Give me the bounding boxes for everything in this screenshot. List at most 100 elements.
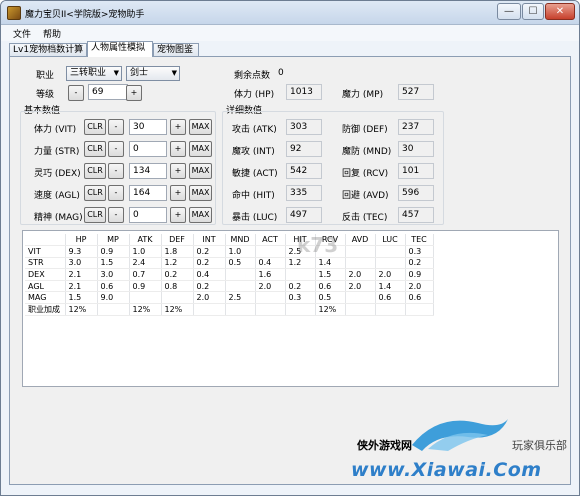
table-cell: DEX xyxy=(25,268,66,281)
detail-left-value: 542 xyxy=(286,163,322,179)
table-cell: 2.5 xyxy=(225,291,256,305)
close-button[interactable]: ✕ xyxy=(545,3,575,20)
table-cell xyxy=(345,291,376,305)
table-cell xyxy=(345,303,376,317)
base-agl-clr-button[interactable]: CLR xyxy=(84,185,106,201)
table-cell xyxy=(255,291,286,305)
level-label: 等级 xyxy=(36,90,55,100)
menu-help[interactable]: 帮助 xyxy=(43,27,61,40)
base-dex-clr-button[interactable]: CLR xyxy=(84,163,106,179)
watermark-mid: k73 xyxy=(297,233,339,257)
table-cell: 1.6 xyxy=(255,268,286,281)
table-cell: 1.2 xyxy=(161,257,194,270)
base-vit-clr-button[interactable]: CLR xyxy=(84,119,106,135)
table-cell: 1.2 xyxy=(285,257,316,270)
table-cell: 2.0 xyxy=(405,280,434,293)
base-dex-plus-button[interactable]: + xyxy=(170,163,186,179)
base-dex-minus-button[interactable]: - xyxy=(108,163,124,179)
table-row: VIT 9.3 0.9 1.0 1.8 0.2 1.0 2.5 0.3 xyxy=(25,245,434,258)
table-cell xyxy=(255,303,286,317)
base-mag-max-button[interactable]: MAX xyxy=(189,207,212,223)
detail-left-value: 92 xyxy=(286,141,322,157)
base-mag-input[interactable]: 0 xyxy=(129,207,167,223)
table-header-cell: MND xyxy=(225,234,256,247)
table-cell: 0.6 xyxy=(97,280,130,293)
base-agl-input[interactable]: 164 xyxy=(129,185,167,201)
base-agl-max-button[interactable]: MAX xyxy=(189,185,212,201)
detail-right-value: 101 xyxy=(398,163,434,179)
base-agl-minus-button[interactable]: - xyxy=(108,185,124,201)
table-cell xyxy=(345,257,376,270)
detail-left-label: 魔攻 (INT) xyxy=(232,147,275,157)
watermark-site-name: 侠外游戏网 xyxy=(357,439,412,452)
base-vit-plus-button[interactable]: + xyxy=(170,119,186,135)
detail-right-label: 回避 (AVD) xyxy=(342,191,389,201)
detail-right-value: 596 xyxy=(398,185,434,201)
remaining-points-value: 0 xyxy=(278,68,284,78)
title-bar[interactable]: 魔力宝贝II<学院版>宠物助手 — ☐ ✕ xyxy=(1,1,579,25)
table-cell: 1.5 xyxy=(97,257,130,270)
table-cell: 2.0 xyxy=(255,280,286,293)
table-cell: 12% xyxy=(161,303,194,317)
table-cell: 1.4 xyxy=(315,257,346,270)
base-dex-input[interactable]: 134 xyxy=(129,163,167,179)
detail-right-value: 457 xyxy=(398,207,434,223)
minimize-button[interactable]: — xyxy=(497,3,521,20)
detail-right-value: 30 xyxy=(398,141,434,157)
table-cell xyxy=(345,245,376,258)
app-window: 魔力宝贝II<学院版>宠物助手 — ☐ ✕ 文件 帮助 Lv1宠物档数计算 人物… xyxy=(0,0,580,496)
base-str-minus-button[interactable]: - xyxy=(108,141,124,157)
level-input[interactable]: 69 xyxy=(88,84,128,100)
job-class-select[interactable]: 剑士 ▼ xyxy=(126,66,180,81)
maximize-button[interactable]: ☐ xyxy=(522,3,544,20)
base-str-label: 力量 (STR) xyxy=(34,147,80,157)
base-str-plus-button[interactable]: + xyxy=(170,141,186,157)
table-header-cell: HP xyxy=(65,234,98,247)
table-header-cell: DEF xyxy=(161,234,194,247)
table-cell: 职业加成 xyxy=(25,303,66,317)
table-cell: 0.3 xyxy=(285,291,316,305)
app-icon xyxy=(7,6,21,20)
table-row: AGL 2.1 0.6 0.9 0.8 0.2 2.0 0.2 0.6 2.0 1.4 2.0 xyxy=(25,280,434,293)
detail-right-label: 魔防 (MND) xyxy=(342,147,392,157)
table-header-cell xyxy=(25,234,66,247)
table-cell: 9.0 xyxy=(97,291,130,305)
detail-right-label: 反击 (TEC) xyxy=(342,213,388,223)
table-cell: 1.4 xyxy=(375,280,406,293)
tab-pet-guide[interactable]: 宠物图鉴 xyxy=(153,43,199,57)
table-row: MAG 1.5 9.0 2.0 2.5 0.3 0.5 0.6 0.6 xyxy=(25,291,434,305)
table-header-cell: INT xyxy=(193,234,226,247)
base-mag-minus-button[interactable]: - xyxy=(108,207,124,223)
table-header-cell: AVD xyxy=(345,234,376,247)
base-vit-input[interactable]: 30 xyxy=(129,119,167,135)
table-cell xyxy=(285,268,316,281)
menu-file[interactable]: 文件 xyxy=(13,27,31,40)
level-plus-button[interactable]: + xyxy=(126,85,142,101)
table-cell: 0.2 xyxy=(193,245,226,258)
base-str-max-button[interactable]: MAX xyxy=(189,141,212,157)
table-cell xyxy=(225,268,256,281)
table-header-row: HP MP ATK DEF INT MND ACT HIT RCV AVD LUC TEC xyxy=(25,234,434,247)
table-cell: MAG xyxy=(25,291,66,305)
base-agl-plus-button[interactable]: + xyxy=(170,185,186,201)
base-mag-label: 精神 (MAG) xyxy=(34,213,83,223)
table-header-cell: TEC xyxy=(405,234,434,247)
tab-character-sim[interactable]: 人物属性模拟 xyxy=(87,41,153,57)
level-minus-button[interactable]: - xyxy=(68,85,84,101)
job-rank-select[interactable]: 三转职业 ▼ xyxy=(66,66,122,81)
base-str-input[interactable]: 0 xyxy=(129,141,167,157)
base-dex-max-button[interactable]: MAX xyxy=(189,163,212,179)
base-mag-plus-button[interactable]: + xyxy=(170,207,186,223)
tab-pet-grade[interactable]: Lv1宠物档数计算 xyxy=(9,43,87,57)
base-str-clr-button[interactable]: CLR xyxy=(84,141,106,157)
base-vit-max-button[interactable]: MAX xyxy=(189,119,212,135)
detail-left-label: 攻击 (ATK) xyxy=(232,125,277,135)
table-cell xyxy=(255,245,286,258)
table-cell xyxy=(375,303,406,317)
base-mag-clr-button[interactable]: CLR xyxy=(84,207,106,223)
base-dex-label: 灵巧 (DEX) xyxy=(34,169,81,179)
base-vit-minus-button[interactable]: - xyxy=(108,119,124,135)
watermark-url: www.Xiawai.Com xyxy=(351,459,542,481)
detail-left-label: 暴击 (LUC) xyxy=(232,213,278,223)
watermark-club: 玩家俱乐部 xyxy=(512,439,567,452)
